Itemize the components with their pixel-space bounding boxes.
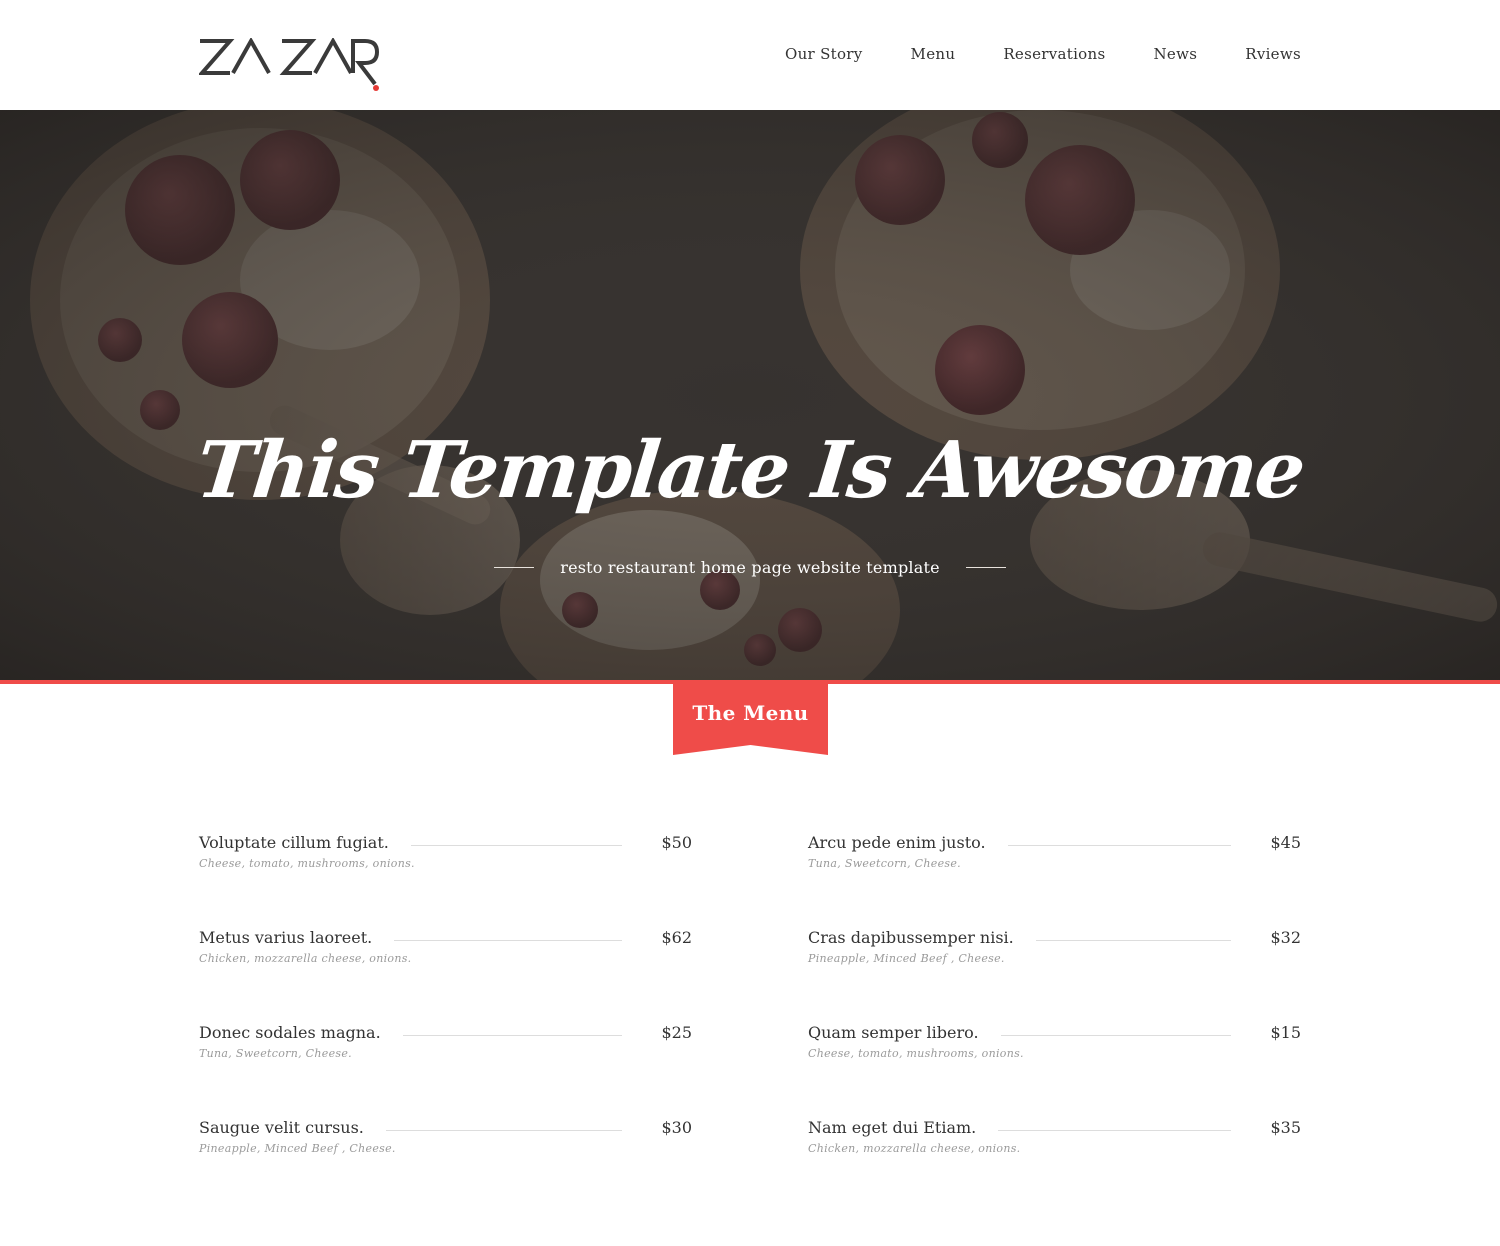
dotted-leader — [988, 1130, 1231, 1131]
site-header: Our Story Menu Reservations News Rviews — [0, 0, 1500, 110]
hero-background-image — [0, 110, 1500, 680]
item-name: Nam eget dui Etiam. — [808, 1118, 999, 1138]
dotted-leader — [379, 1130, 622, 1131]
menu-column-right: Arcu pede enim justo. Tuna, Sweetcorn, C… — [808, 830, 1301, 1210]
menu-item[interactable]: Quam semper libero. Cheese, tomato, mush… — [808, 1020, 1301, 1115]
item-description: Cheese, tomato, mushrooms, onions. — [199, 857, 415, 870]
item-price: $15 — [1270, 1023, 1301, 1042]
menu-item[interactable]: Donec sodales magna. Tuna, Sweetcorn, Ch… — [199, 1020, 692, 1115]
item-name: Saugue velit cursus. — [199, 1118, 386, 1138]
menu-column-left: Voluptate cillum fugiat. Cheese, tomato,… — [199, 830, 692, 1210]
hero-divider-right — [965, 567, 1006, 568]
item-description: Chicken, mozzarella cheese, onions. — [199, 952, 412, 965]
item-name: Voluptate cillum fugiat. — [199, 833, 411, 853]
dotted-leader — [379, 1035, 622, 1036]
dotted-leader — [379, 845, 622, 846]
hero-title: This Template Is Awesome — [192, 425, 1308, 516]
item-price: $35 — [1270, 1118, 1301, 1137]
item-description: Cheese, tomato, mushrooms, onions. — [808, 1047, 1024, 1060]
menu-item[interactable]: Voluptate cillum fugiat. Cheese, tomato,… — [199, 830, 692, 925]
main-nav: Our Story Menu Reservations News Rviews — [785, 44, 1301, 64]
item-description: Chicken, mozzarella cheese, onions. — [808, 1142, 1021, 1155]
item-price: $32 — [1270, 928, 1301, 947]
hero-subtitle-row: resto restaurant home page website templ… — [0, 558, 1500, 577]
item-description: Tuna, Sweetcorn, Cheese. — [199, 1047, 352, 1060]
item-name: Metus varius laoreet. — [199, 928, 395, 948]
item-name: Quam semper libero. — [808, 1023, 1001, 1043]
item-price: $30 — [661, 1118, 692, 1137]
item-name: Donec sodales magna. — [199, 1023, 403, 1043]
nav-our-story[interactable]: Our Story — [785, 44, 863, 64]
zazar-logo[interactable] — [199, 38, 381, 94]
item-name: Arcu pede enim justo. — [808, 833, 1008, 853]
menu-section-ribbon: The Menu — [673, 683, 828, 755]
menu-section-title: The Menu — [692, 701, 809, 725]
menu-item[interactable]: Arcu pede enim justo. Tuna, Sweetcorn, C… — [808, 830, 1301, 925]
menu-item[interactable]: Nam eget dui Etiam. Chicken, mozzarella … — [808, 1115, 1301, 1210]
dotted-leader — [379, 940, 622, 941]
item-price: $50 — [661, 833, 692, 852]
menu-item[interactable]: Cras dapibussemper nisi. Pineapple, Minc… — [808, 925, 1301, 1020]
hero-divider-left — [494, 567, 535, 568]
nav-reservations[interactable]: Reservations — [1003, 44, 1105, 64]
hero-subtitle: resto restaurant home page website templ… — [560, 558, 940, 577]
nav-menu[interactable]: Menu — [911, 44, 956, 64]
item-name: Cras dapibussemper nisi. — [808, 928, 1036, 948]
menu-item[interactable]: Metus varius laoreet. Chicken, mozzarell… — [199, 925, 692, 1020]
item-price: $62 — [661, 928, 692, 947]
item-price: $25 — [661, 1023, 692, 1042]
item-description: Tuna, Sweetcorn, Cheese. — [808, 857, 961, 870]
dotted-leader — [988, 845, 1231, 846]
dotted-leader — [988, 1035, 1231, 1036]
item-description: Pineapple, Minced Beef , Cheese. — [808, 952, 1005, 965]
nav-news[interactable]: News — [1153, 44, 1197, 64]
item-description: Pineapple, Minced Beef , Cheese. — [199, 1142, 396, 1155]
nav-reviews[interactable]: Rviews — [1245, 44, 1301, 64]
item-price: $45 — [1270, 833, 1301, 852]
menu-item[interactable]: Saugue velit cursus. Pineapple, Minced B… — [199, 1115, 692, 1210]
hero-banner: This Template Is Awesome resto restauran… — [0, 110, 1500, 680]
